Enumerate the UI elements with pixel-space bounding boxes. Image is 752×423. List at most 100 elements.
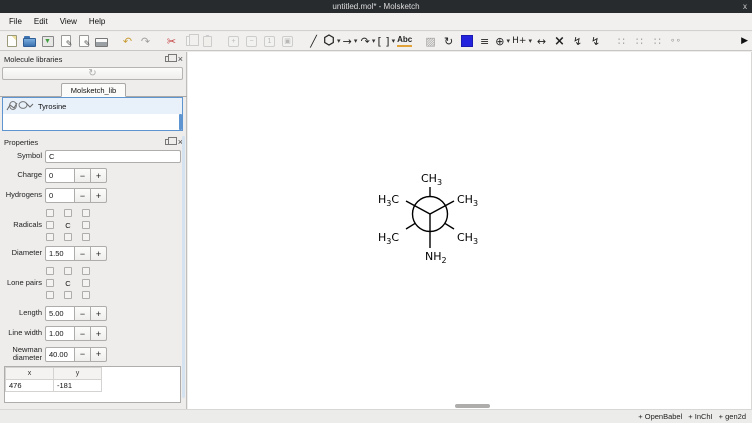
menu-file[interactable]: File: [3, 15, 28, 28]
reaction-arrow-tool-dropdown-icon[interactable]: ▾: [354, 37, 358, 45]
charge-increment-button[interactable]: +: [90, 168, 107, 183]
color-picker-icon[interactable]: [458, 33, 475, 50]
float-panel-icon[interactable]: [165, 139, 172, 145]
charge-tool-dropdown-icon[interactable]: ▾: [506, 37, 510, 45]
lone-pairs-checkbox[interactable]: [46, 291, 54, 299]
hydrogen-tool-icon[interactable]: H+▾: [512, 33, 532, 50]
radicals-checkbox[interactable]: [82, 233, 90, 241]
radicals-checkbox[interactable]: [82, 209, 90, 217]
radicals-checkbox[interactable]: [46, 233, 54, 241]
close-panel-icon[interactable]: ×: [178, 55, 183, 64]
ring-tool-icon[interactable]: ▾: [323, 33, 341, 50]
atom-label-top[interactable]: CH3: [421, 172, 442, 187]
hydrogens-value-input[interactable]: 0: [45, 188, 75, 203]
radicals-checkbox[interactable]: [64, 233, 72, 241]
text-tool-icon[interactable]: Abc: [396, 33, 413, 50]
open-file-icon[interactable]: [21, 33, 38, 50]
newman-diameter-increment-button[interactable]: +: [90, 347, 107, 362]
newman-diameter-decrement-button[interactable]: −: [74, 347, 91, 362]
mechanism-arrow-tool-icon[interactable]: ↷▾: [360, 33, 377, 50]
molecule-name: Tyrosine: [38, 102, 66, 111]
bracket-tool-dropdown-icon[interactable]: ▾: [392, 37, 396, 45]
coords-cell-y[interactable]: -181: [54, 380, 102, 392]
tab-molsketch-lib[interactable]: Molsketch_lib: [61, 83, 126, 97]
menu-help[interactable]: Help: [83, 15, 111, 28]
radicals-checkbox[interactable]: [64, 209, 72, 217]
status-openbabel: + OpenBabel: [638, 412, 682, 421]
drawing-canvas[interactable]: CH3 H3C CH3 H3C CH3 NH2: [188, 52, 752, 409]
menu-bar: File Edit View Help: [0, 13, 752, 31]
diameter-decrement-button[interactable]: −: [74, 246, 91, 261]
properties-scrollbar[interactable]: [182, 136, 185, 398]
atom-label-lower-right[interactable]: CH3: [457, 231, 478, 246]
radicals-checkbox[interactable]: [82, 221, 90, 229]
atom-label-upper-right[interactable]: CH3: [457, 193, 478, 208]
line-width-value-input[interactable]: 1.00: [45, 326, 75, 341]
new-file-icon[interactable]: [3, 33, 20, 50]
symbol-input[interactable]: C: [45, 150, 181, 163]
align-2-icon: ∷: [631, 33, 648, 50]
close-window-icon[interactable]: x: [743, 0, 747, 13]
cut-icon[interactable]: ✂: [163, 33, 180, 50]
length-decrement-button[interactable]: −: [74, 306, 91, 321]
toolbar-extension-icon[interactable]: ▶: [741, 35, 748, 46]
lone-pairs-center-label: C: [65, 279, 70, 288]
canvas-horizontal-scrollbar[interactable]: [455, 404, 490, 408]
lone-pairs-checkbox[interactable]: [82, 279, 90, 287]
lone-pairs-checkbox[interactable]: [46, 279, 54, 287]
save-icon[interactable]: [39, 33, 56, 50]
line-width-icon[interactable]: ≡: [476, 33, 493, 50]
left-dock: Molecule libraries × ↻ Molsketch_lib: [0, 52, 187, 409]
mechanism-tool-1-icon[interactable]: ↯: [569, 33, 586, 50]
properties-rows: SymbolCCharge0−+Hydrogens0−+RadicalsCDia…: [0, 150, 184, 368]
list-item-tyrosine[interactable]: Tyrosine: [3, 98, 182, 114]
library-list-scrollbar[interactable]: [179, 114, 182, 130]
atom-label-upper-left[interactable]: H3C: [378, 193, 399, 208]
radicals-checkbox[interactable]: [46, 221, 54, 229]
mechanism-tool-2-icon[interactable]: ↯: [587, 33, 604, 50]
lone-pairs-checkbox[interactable]: [46, 267, 54, 275]
undo-icon[interactable]: ↶: [119, 33, 136, 50]
lone-pairs-checkbox[interactable]: [64, 267, 72, 275]
properties-panel-header: Properties ×: [0, 135, 187, 149]
zoom-original-icon: 1: [261, 33, 278, 50]
charge-decrement-button[interactable]: −: [74, 168, 91, 183]
hydrogen-tool-dropdown-icon[interactable]: ▾: [528, 37, 532, 45]
float-panel-icon[interactable]: [165, 56, 172, 62]
lone-pairs-checkbox[interactable]: [64, 291, 72, 299]
diameter-value-input[interactable]: 1.50: [45, 246, 75, 261]
bracket-tool-icon[interactable]: [ ]▾: [378, 33, 396, 50]
charge-tool-icon[interactable]: ⊕▾: [494, 33, 511, 50]
delete-icon[interactable]: ×: [551, 33, 568, 50]
diameter-increment-button[interactable]: +: [90, 246, 107, 261]
length-increment-button[interactable]: +: [90, 306, 107, 321]
rotate-icon[interactable]: ↻: [440, 33, 457, 50]
newman-diameter-value-input[interactable]: 40.00: [45, 347, 75, 362]
ring-tool-dropdown-icon[interactable]: ▾: [337, 37, 341, 45]
menu-view[interactable]: View: [54, 15, 83, 28]
reaction-arrow-tool-icon[interactable]: →▾: [342, 33, 359, 50]
coords-cell-x[interactable]: 476: [6, 380, 54, 392]
length-value-input[interactable]: 5.00: [45, 306, 75, 321]
save-as-icon[interactable]: [57, 33, 74, 50]
atom-label-bottom[interactable]: NH2: [425, 250, 447, 265]
menu-edit[interactable]: Edit: [28, 15, 54, 28]
lone-pairs-checkbox[interactable]: [82, 291, 90, 299]
charge-value-input[interactable]: 0: [45, 168, 75, 183]
radicals-label: Radicals: [0, 221, 42, 229]
hydrogens-decrement-button[interactable]: −: [74, 188, 91, 203]
export-icon[interactable]: [75, 33, 92, 50]
line-width-increment-button[interactable]: +: [90, 326, 107, 341]
line-width-decrement-button[interactable]: −: [74, 326, 91, 341]
flip-icon[interactable]: ↔: [533, 33, 550, 50]
draw-tool-icon[interactable]: ╱: [305, 33, 322, 50]
radicals-checkbox[interactable]: [46, 209, 54, 217]
library-tab-bar: Molsketch_lib: [0, 83, 187, 97]
mechanism-arrow-tool-dropdown-icon[interactable]: ▾: [372, 37, 376, 45]
atom-label-lower-left[interactable]: H3C: [378, 231, 399, 246]
lone-pairs-checkbox[interactable]: [82, 267, 90, 275]
refresh-library-button[interactable]: ↻: [2, 67, 183, 80]
hydrogens-increment-button[interactable]: +: [90, 188, 107, 203]
library-panel-title: Molecule libraries: [4, 55, 62, 64]
print-icon[interactable]: [93, 33, 110, 50]
